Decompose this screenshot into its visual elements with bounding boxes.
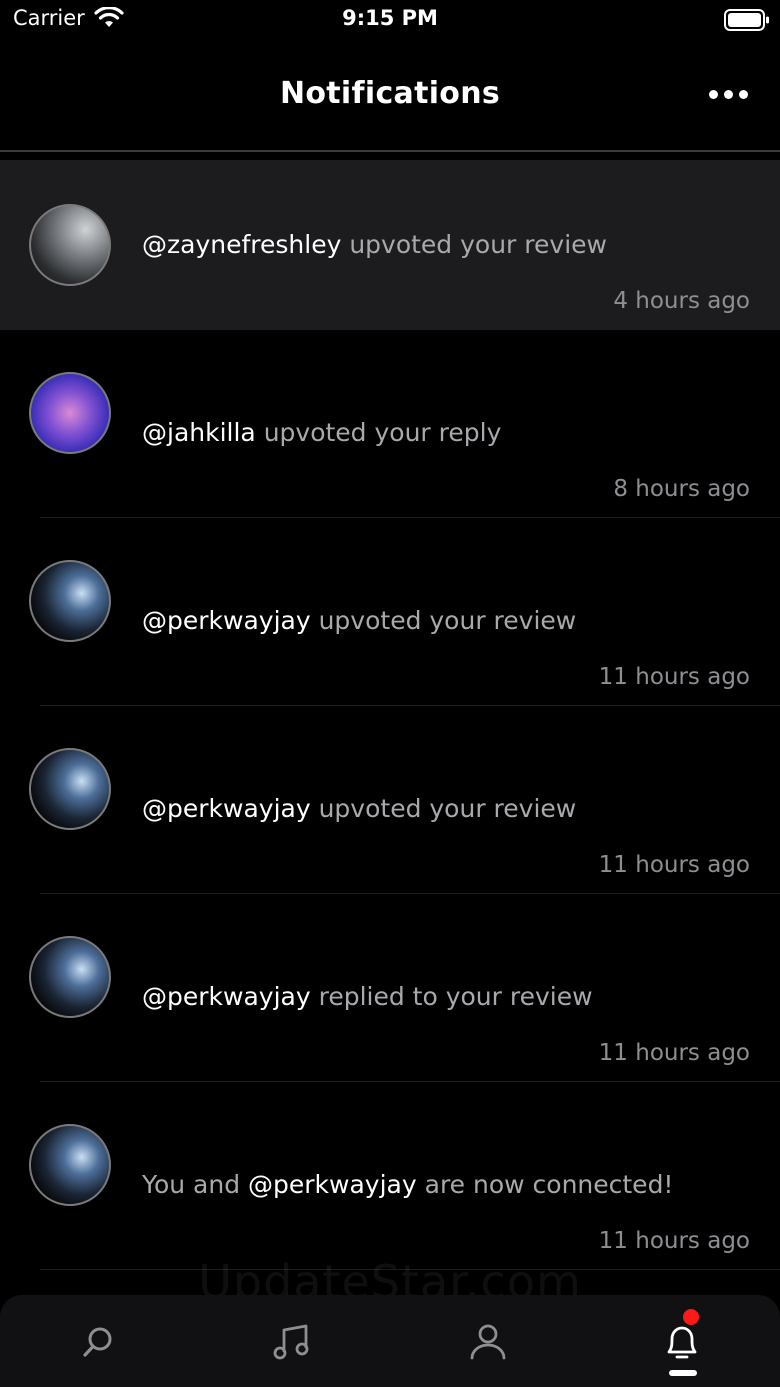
avatar[interactable] [29,372,111,454]
more-dot-icon [738,89,748,99]
notification-text: @perkwayjay replied to your review [142,982,593,1011]
notification-action: upvoted your review [310,606,577,635]
user-handle[interactable]: @perkwayjay [142,606,311,635]
notification-row[interactable]: @zaynefreshley upvoted your review 4 hou… [0,160,780,330]
tab-music[interactable] [262,1317,322,1367]
more-options-button[interactable] [700,74,756,114]
avatar[interactable] [29,748,111,830]
notification-row[interactable]: @perkwayjay upvoted your review 11 hours… [0,706,780,894]
user-handle[interactable]: @perkwayjay [142,794,311,823]
tab-profile[interactable] [458,1317,518,1367]
status-time: 9:15 PM [342,6,438,30]
tab-bar [0,1295,780,1387]
nav-header: Notifications [0,40,780,152]
notification-text: @jahkilla upvoted your reply [142,418,501,447]
bell-icon [667,1326,697,1359]
person-icon [470,1324,506,1360]
notification-action: upvoted your review [341,230,607,259]
notification-action: upvoted your reply [255,418,502,447]
tab-search[interactable] [68,1317,128,1367]
notification-row[interactable]: @jahkilla upvoted your reply 8 hours ago [0,330,780,518]
more-dot-icon [723,89,733,99]
notification-prefix: You and [142,1170,249,1199]
search-icon [83,1327,112,1357]
notification-time: 4 hours ago [613,288,750,314]
notification-action: upvoted your review [310,794,577,823]
user-handle[interactable]: @perkwayjay [248,1170,417,1199]
user-handle[interactable]: @perkwayjay [142,982,311,1011]
battery-icon [724,9,769,31]
notification-action: are now connected! [416,1170,674,1199]
notification-time: 8 hours ago [613,476,750,502]
page-title: Notifications [279,76,501,111]
notification-time: 11 hours ago [598,1040,750,1066]
avatar[interactable] [29,1124,111,1206]
notification-time: 11 hours ago [598,664,750,690]
notification-list: @zaynefreshley upvoted your review 4 hou… [0,160,780,1270]
notification-text: @perkwayjay upvoted your review [142,794,576,823]
avatar[interactable] [29,936,111,1018]
notification-badge [683,1309,699,1325]
avatar[interactable] [29,560,111,642]
notification-action: replied to your review [310,982,593,1011]
notification-time: 11 hours ago [598,852,750,878]
notification-text: You and @perkwayjay are now connected! [142,1170,673,1199]
status-bar: Carrier 9:15 PM [0,0,780,40]
notification-text: @zaynefreshley upvoted your review [142,230,607,259]
avatar[interactable] [29,204,111,286]
active-tab-indicator [669,1370,697,1376]
notification-row[interactable]: @perkwayjay upvoted your review 11 hours… [0,518,780,706]
notification-text: @perkwayjay upvoted your review [142,606,576,635]
music-note-icon [273,1324,309,1360]
notification-time: 11 hours ago [598,1228,750,1254]
notification-row[interactable]: You and @perkwayjay are now connected! 1… [0,1082,780,1270]
tab-notifications[interactable] [652,1317,712,1367]
user-handle[interactable]: @zaynefreshley [142,230,341,259]
more-dot-icon [708,89,718,99]
notification-row[interactable]: @perkwayjay replied to your review 11 ho… [0,894,780,1082]
user-handle[interactable]: @jahkilla [142,418,256,447]
